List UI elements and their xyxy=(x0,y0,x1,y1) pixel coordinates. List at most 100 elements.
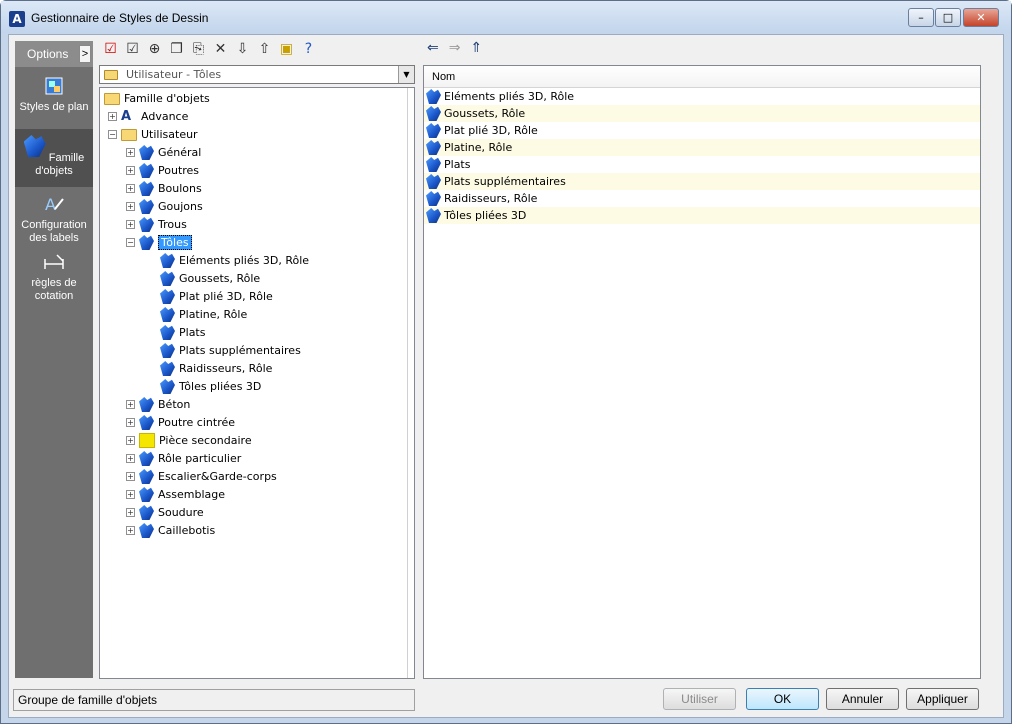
expand-icon[interactable]: + xyxy=(126,202,135,211)
export-icon[interactable]: ⇧ xyxy=(255,40,274,59)
tree-node-label: Escalier&Garde-corps xyxy=(158,470,277,483)
tree-node-goujons[interactable]: + Goujons xyxy=(126,198,203,215)
delete-icon[interactable]: ✕ xyxy=(211,40,230,59)
tree-node-poutres[interactable]: + Poutres xyxy=(126,162,199,179)
back-arrow-icon[interactable]: ⇐ xyxy=(427,40,439,56)
beam-icon xyxy=(139,163,154,178)
expand-icon[interactable]: + xyxy=(126,166,135,175)
edit-check-icon[interactable]: ☑ xyxy=(123,40,142,59)
apply-button[interactable]: Appliquer xyxy=(906,688,979,710)
tree-node-root[interactable]: Famille d'objets xyxy=(104,90,210,107)
list-item-label: Raidisseurs, Rôle xyxy=(444,192,538,205)
tree-node-poutre-cintree[interactable]: + Poutre cintrée xyxy=(126,414,235,431)
object-family-icon xyxy=(426,123,441,138)
forward-arrow-icon[interactable]: ⇒ xyxy=(449,40,461,56)
list-item[interactable]: Tôles pliées 3D xyxy=(424,207,980,224)
tree-node-label: Utilisateur xyxy=(141,128,198,141)
tree-node-piece-secondaire[interactable]: + Pièce secondaire xyxy=(126,432,252,449)
maximize-button[interactable]: □ xyxy=(935,8,961,27)
tree-node-trous[interactable]: + Trous xyxy=(126,216,187,233)
column-header-name[interactable]: Nom xyxy=(424,66,980,88)
tree-node-toles[interactable]: − Tôles xyxy=(126,234,192,251)
advance-logo-icon: A xyxy=(121,109,132,124)
tree-node-advance[interactable]: + A Advance xyxy=(108,108,188,125)
expand-icon[interactable]: + xyxy=(126,508,135,517)
sidebar-item-labels-config[interactable]: A Configuration des labels xyxy=(15,193,93,247)
display-icon[interactable]: ▣ xyxy=(277,40,296,59)
expand-icon[interactable]: + xyxy=(126,418,135,427)
list-item[interactable]: Goussets, Rôle xyxy=(424,105,980,122)
list-item[interactable]: Plat plié 3D, Rôle xyxy=(424,122,980,139)
cancel-button[interactable]: Annuler xyxy=(826,688,899,710)
styles-plan-icon xyxy=(45,77,63,95)
checkbox-icon[interactable]: ☑ xyxy=(101,40,120,59)
expand-icon[interactable]: + xyxy=(126,220,135,229)
dimension-rules-icon xyxy=(44,254,64,269)
tree-node-role-particulier[interactable]: + Rôle particulier xyxy=(126,450,241,467)
tree-node-label: Plats xyxy=(179,326,206,339)
tree-node-label: Poutre cintrée xyxy=(158,416,236,429)
path-combobox[interactable]: Utilisateur - Tôles ▼ xyxy=(99,65,415,84)
options-sidebar: Options > Styles de plan Famille d'objet… xyxy=(15,41,93,678)
sidebar-item-label: Styles de plan xyxy=(19,101,89,113)
tree-node-escalier[interactable]: + Escalier&Garde-corps xyxy=(126,468,277,485)
tree-node-soudure[interactable]: + Soudure xyxy=(126,504,204,521)
expand-icon[interactable]: + xyxy=(108,112,117,121)
expand-icon[interactable]: + xyxy=(126,472,135,481)
tree-leaf[interactable]: Plat plié 3D, Rôle xyxy=(160,288,273,305)
expand-icon[interactable]: + xyxy=(126,436,135,445)
tree-node-label: Pièce secondaire xyxy=(159,434,252,447)
expand-icon[interactable]: + xyxy=(126,184,135,193)
family-tree[interactable]: Famille d'objets + A Advance − Utilisate… xyxy=(99,87,415,679)
import-icon[interactable]: ⇩ xyxy=(233,40,252,59)
object-family-icon xyxy=(160,343,175,358)
list-item[interactable]: Plats xyxy=(424,156,980,173)
expand-icon[interactable]: + xyxy=(126,454,135,463)
help-icon[interactable]: ? xyxy=(299,40,318,59)
tree-node-user[interactable]: − Utilisateur xyxy=(108,126,198,143)
bolt-icon xyxy=(139,181,154,196)
up-arrow-icon[interactable]: ⇑ xyxy=(470,40,482,56)
ok-button[interactable]: OK xyxy=(746,688,819,710)
collapse-icon[interactable]: − xyxy=(108,130,117,139)
close-button[interactable]: ✕ xyxy=(963,8,999,27)
title-bar[interactable]: A Gestionnaire de Styles de Dessin – □ ✕ xyxy=(1,1,1011,33)
navigation-bar: ⇐ ⇒ ⇑ xyxy=(427,40,482,56)
paste-icon[interactable]: ⎘ xyxy=(189,40,208,59)
object-list[interactable]: Nom Eléments pliés 3D, Rôle Goussets, Rô… xyxy=(423,65,981,679)
tree-scrollbar[interactable] xyxy=(407,88,414,678)
add-icon[interactable]: ⊕ xyxy=(145,40,164,59)
tree-node-beton[interactable]: + Béton xyxy=(126,396,190,413)
list-item[interactable]: Platine, Rôle xyxy=(424,139,980,156)
expand-icon[interactable]: + xyxy=(126,400,135,409)
tree-leaf[interactable]: Goussets, Rôle xyxy=(160,270,260,287)
tree-leaf[interactable]: Plats xyxy=(160,324,205,341)
sidebar-item-dimension-rules[interactable]: règles de cotation xyxy=(15,251,93,305)
list-item[interactable]: Raidisseurs, Rôle xyxy=(424,190,980,207)
tree-node-boulons[interactable]: + Boulons xyxy=(126,180,202,197)
list-item[interactable]: Plats supplémentaires xyxy=(424,173,980,190)
svg-text:A: A xyxy=(45,195,56,214)
copy-icon[interactable]: ❐ xyxy=(167,40,186,59)
sidebar-item-styles-plan[interactable]: Styles de plan xyxy=(15,75,93,125)
expand-icon[interactable]: + xyxy=(126,490,135,499)
expand-icon[interactable]: + xyxy=(126,148,135,157)
tree-leaf[interactable]: Plats supplémentaires xyxy=(160,342,301,359)
sidebar-item-object-family[interactable]: Famille d'objets xyxy=(15,129,93,187)
tree-node-general[interactable]: + Général xyxy=(126,144,201,161)
dialog-body: Options > Styles de plan Famille d'objet… xyxy=(8,34,1004,718)
expand-icon[interactable]: + xyxy=(126,526,135,535)
tree-node-caillebotis[interactable]: + Caillebotis xyxy=(126,522,215,539)
tree-leaf[interactable]: Tôles pliées 3D xyxy=(160,378,261,395)
list-item[interactable]: Eléments pliés 3D, Rôle xyxy=(424,88,980,105)
tree-leaf[interactable]: Platine, Rôle xyxy=(160,306,247,323)
minimize-button[interactable]: – xyxy=(908,8,934,27)
tree-leaf[interactable]: Raidisseurs, Rôle xyxy=(160,360,272,377)
tree-leaf[interactable]: Eléments pliés 3D, Rôle xyxy=(160,252,309,269)
use-button[interactable]: Utiliser xyxy=(663,688,736,710)
collapse-icon[interactable]: − xyxy=(126,238,135,247)
combo-value: Utilisateur - Tôles xyxy=(126,68,222,81)
sidebar-toggle-button[interactable]: > xyxy=(79,45,91,63)
chevron-down-icon[interactable]: ▼ xyxy=(398,66,414,83)
tree-node-assemblage[interactable]: + Assemblage xyxy=(126,486,225,503)
